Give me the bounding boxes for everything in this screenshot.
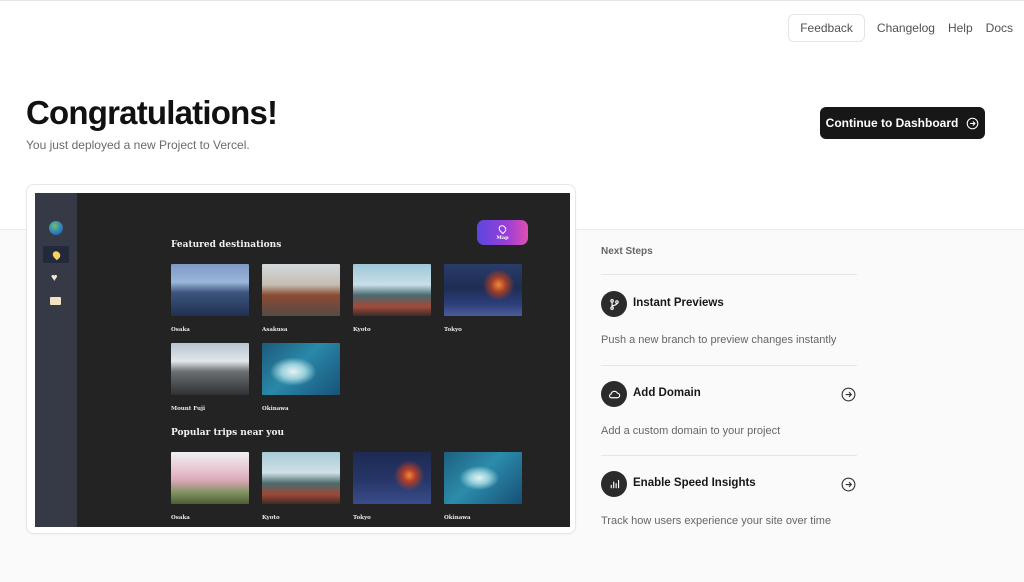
bar-chart-icon — [601, 471, 627, 497]
destination-caption: Mount Fuji — [171, 406, 206, 412]
arrow-right-circle-icon — [967, 117, 979, 129]
trip-caption: Tokyo — [353, 515, 371, 521]
trip-caption: Kyoto — [262, 515, 280, 521]
trip-caption: Osaka — [171, 515, 190, 521]
top-border — [0, 0, 1024, 3]
step-description: Track how users experience your site ove… — [601, 515, 832, 527]
destination-photo-okinawa — [262, 343, 340, 395]
ticket-icon — [50, 297, 61, 305]
trip-photo-kyoto — [262, 452, 340, 504]
step-description: Push a new branch to preview changes ins… — [601, 334, 837, 346]
destination-photo-mount-fuji — [171, 343, 249, 395]
docs-link[interactable]: Docs — [986, 21, 1013, 35]
destination-photo-kyoto — [353, 264, 431, 316]
step-title[interactable]: Add Domain — [633, 387, 701, 399]
preview-nav-explore — [43, 246, 69, 263]
page-title: Congratulations! — [26, 94, 278, 131]
trip-photo-tokyo — [353, 452, 431, 504]
step-description: Add a custom domain to your project — [601, 425, 781, 437]
next-steps-heading: Next Steps — [601, 246, 653, 257]
preview-map-label: Map — [496, 234, 509, 241]
trip-caption: Okinawa — [444, 515, 471, 521]
divider — [601, 274, 857, 275]
preview-map-button: Map — [477, 220, 528, 245]
divider — [601, 455, 857, 456]
destination-photo-tokyo — [444, 264, 522, 316]
changelog-link[interactable]: Changelog — [877, 21, 935, 35]
deployment-preview-card[interactable]: ♥ Map Featured destinations Osaka Asakus… — [26, 184, 576, 534]
globe-icon — [49, 221, 63, 235]
map-pin-icon — [50, 249, 62, 260]
arrow-right-circle-icon[interactable] — [841, 387, 856, 402]
deployment-screenshot: ♥ Map Featured destinations Osaka Asakus… — [35, 193, 570, 527]
destination-caption: Kyoto — [353, 327, 371, 333]
map-pin-icon — [497, 223, 508, 234]
popular-trips-title: Popular trips near you — [171, 428, 285, 438]
cloud-icon — [601, 381, 627, 407]
continue-to-dashboard-label: Continue to Dashboard — [825, 116, 959, 130]
divider — [601, 365, 857, 366]
heart-icon: ♥ — [51, 272, 58, 284]
destination-photo-osaka — [171, 264, 249, 316]
destination-photo-asakusa — [262, 264, 340, 316]
trip-photo-okinawa — [444, 452, 522, 504]
continue-to-dashboard-button[interactable]: Continue to Dashboard — [820, 107, 985, 139]
destination-caption: Asakusa — [262, 327, 288, 333]
help-link[interactable]: Help — [948, 21, 973, 35]
arrow-right-circle-icon[interactable] — [841, 477, 856, 492]
step-title[interactable]: Instant Previews — [633, 297, 724, 309]
git-branch-icon — [601, 291, 627, 317]
page-subtitle: You just deployed a new Project to Verce… — [26, 138, 250, 152]
featured-destinations-title: Featured destinations — [171, 240, 282, 250]
trip-photo-osaka — [171, 452, 249, 504]
destination-caption: Osaka — [171, 327, 190, 333]
destination-caption: Okinawa — [262, 406, 289, 412]
preview-sidebar: ♥ — [35, 193, 77, 527]
step-title[interactable]: Enable Speed Insights — [633, 477, 756, 489]
top-nav: Feedback Changelog Help Docs — [788, 14, 1013, 42]
feedback-button[interactable]: Feedback — [788, 14, 865, 42]
destination-caption: Tokyo — [444, 327, 462, 333]
